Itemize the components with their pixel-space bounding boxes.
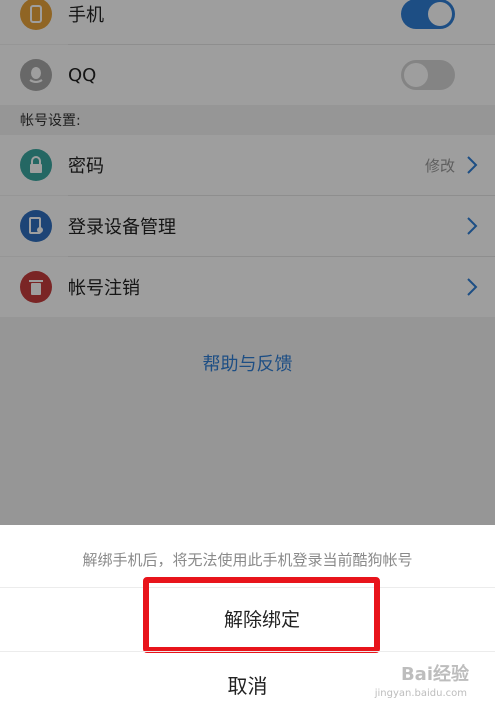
watermark-url: jingyan.baidu.com [374,688,467,699]
modal-overlay[interactable] [0,0,495,525]
divider [0,651,495,652]
watermark-logo: Bai经验 [400,664,469,685]
highlight-annotation [143,577,380,653]
account-settings-screen: 手机 QQ 帐号设置: 密码 修改 登录设备管理 帐号注销 帮助与反馈 解绑手机… [0,0,495,710]
sheet-message: 解绑手机后，将无法使用此手机登录当前酷狗帐号 [82,551,413,569]
